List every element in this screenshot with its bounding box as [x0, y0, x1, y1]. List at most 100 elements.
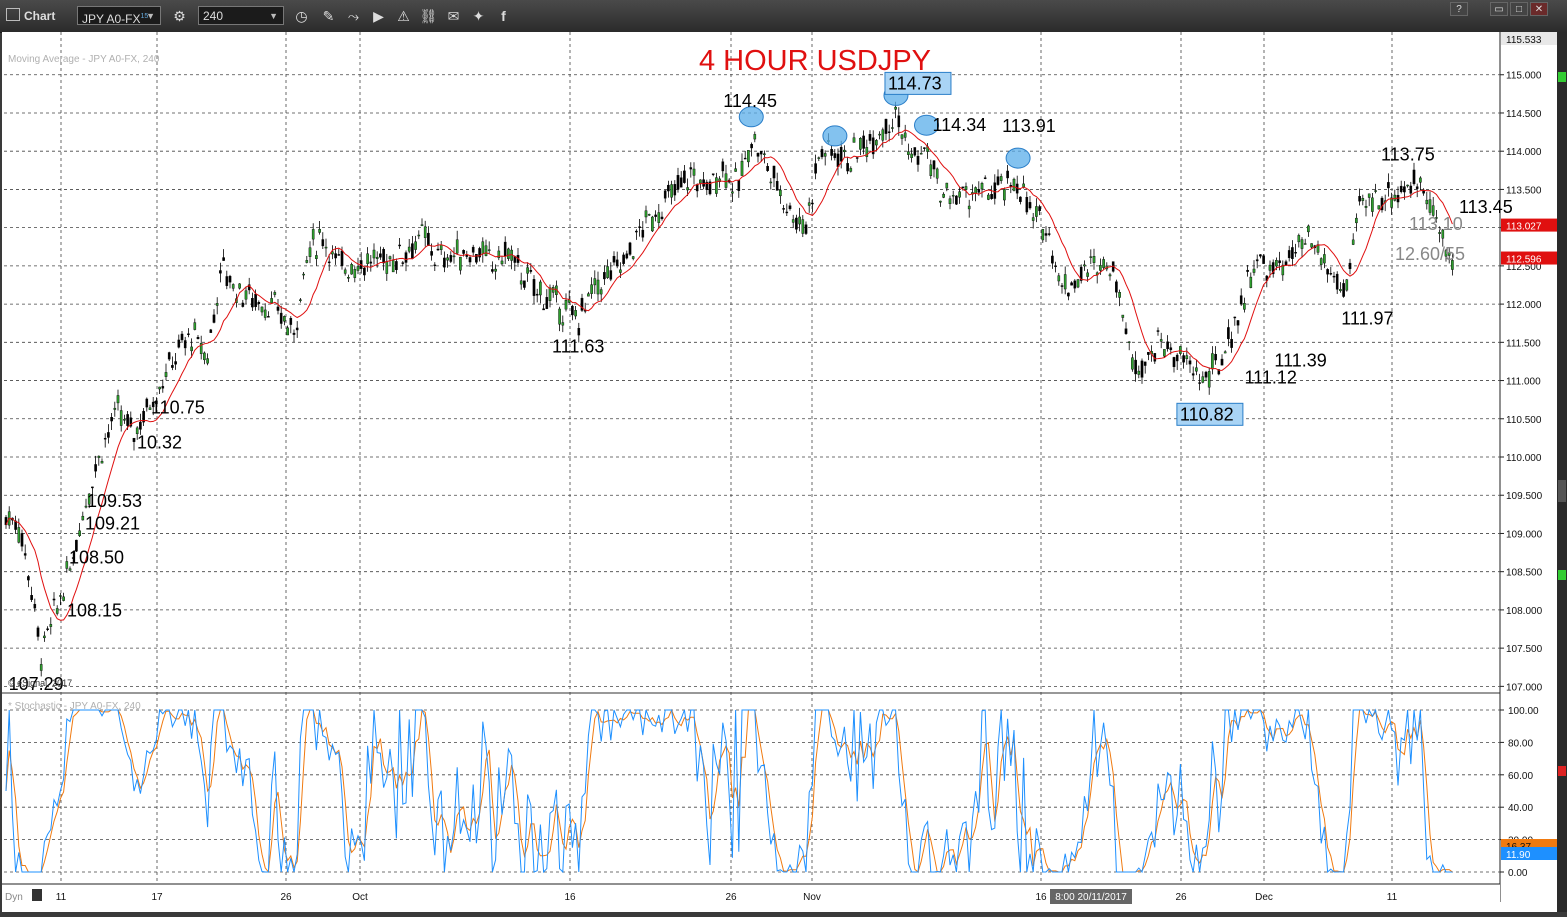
- candle-body: [23, 553, 27, 556]
- interval-selector[interactable]: 240 ▼: [198, 6, 284, 25]
- candle-body: [612, 256, 616, 263]
- annotation-label: 108.50: [69, 548, 124, 568]
- candle-body: [763, 153, 766, 155]
- candle-body: [868, 134, 872, 141]
- candle-body: [843, 149, 846, 153]
- clock-icon[interactable]: ◷: [291, 6, 312, 26]
- close-button[interactable]: ✕: [1530, 2, 1548, 16]
- grid: [2, 32, 1560, 902]
- chart-area[interactable]: 11 17 26 Oct 16 26 Nov 16 26 Dec 11 107.000 107.500…: [2, 32, 1565, 912]
- candle-body: [663, 190, 667, 199]
- maximize-button[interactable]: □: [1510, 2, 1528, 16]
- candle-body: [91, 486, 94, 489]
- candle-body: [119, 410, 123, 426]
- help-button[interactable]: ?: [1450, 2, 1468, 16]
- candle-body: [1310, 243, 1313, 248]
- candle-body: [276, 306, 280, 311]
- scroll-lock-icon[interactable]: [32, 889, 42, 901]
- link-icon[interactable]: ⛓: [418, 6, 439, 26]
- candle-body: [350, 264, 353, 275]
- candle-body: [753, 134, 757, 140]
- candle-body: [782, 208, 785, 210]
- candle-body: [798, 216, 801, 225]
- scroll-handle[interactable]: [1558, 480, 1566, 502]
- candle-body: [55, 608, 59, 614]
- facebook-icon[interactable]: f: [493, 6, 514, 26]
- chart-svg[interactable]: 11 17 26 Oct 16 26 Nov 16 26 Dec 11 107.000 107.500…: [2, 32, 1565, 912]
- candle-body: [814, 163, 817, 174]
- price-tick-label: 107.500: [1506, 644, 1543, 655]
- right-scroll-strip[interactable]: [1557, 32, 1567, 912]
- candle-body: [321, 239, 325, 247]
- candle-body: [625, 253, 629, 259]
- symbol-selector[interactable]: JPY A0-FX15 ▼: [77, 6, 161, 26]
- candle-body: [462, 250, 465, 254]
- candle-body: [439, 244, 443, 250]
- candle-body: [942, 193, 945, 198]
- candle-body: [1246, 269, 1249, 272]
- candle-body: [1358, 196, 1361, 202]
- candle-body: [17, 527, 21, 543]
- candle-body: [123, 419, 126, 421]
- x-tick-label: Oct: [352, 892, 368, 903]
- candle-body: [750, 143, 753, 149]
- candle-body: [1102, 259, 1105, 268]
- candle-body: [427, 232, 430, 246]
- candle-body: [855, 157, 859, 159]
- candle-body: [270, 298, 273, 304]
- candle-body: [343, 269, 347, 274]
- candle-body: [519, 280, 523, 285]
- candle-body: [171, 365, 174, 368]
- candle-body: [1428, 199, 1432, 213]
- candle-body: [1028, 202, 1032, 209]
- candle-body: [1255, 259, 1259, 262]
- candle-body: [593, 278, 597, 286]
- candle-body: [1156, 330, 1160, 332]
- candle-body: [263, 309, 267, 318]
- comment-icon[interactable]: ✉: [443, 6, 464, 26]
- twitter-icon[interactable]: ✦: [468, 6, 489, 26]
- price-tick-label: 114.500: [1506, 109, 1542, 120]
- alert-icon[interactable]: ⚠: [393, 6, 414, 26]
- candle-body: [590, 284, 593, 294]
- candle-body: [859, 137, 862, 150]
- play-icon[interactable]: ▶: [368, 6, 389, 26]
- candle-body: [1262, 255, 1265, 264]
- candle-body: [1236, 320, 1240, 326]
- candle-body: [1083, 264, 1086, 267]
- candle-body: [606, 266, 609, 278]
- candle-body: [481, 241, 485, 254]
- pencil-icon[interactable]: ✎: [318, 6, 339, 26]
- candle-body: [1223, 351, 1227, 354]
- candle-body: [894, 106, 897, 110]
- candle-body: [337, 254, 341, 256]
- candle-body: [449, 255, 453, 262]
- candle-body: [1054, 265, 1057, 267]
- peak-highlight: [822, 125, 848, 147]
- candle-body: [174, 361, 177, 365]
- settings-icon[interactable]: ⚙: [169, 6, 190, 26]
- candle-body: [846, 163, 849, 172]
- candle-body: [1006, 170, 1009, 179]
- candle-body: [1207, 371, 1211, 388]
- candle-body: [1143, 361, 1147, 366]
- candle-body: [1185, 355, 1189, 360]
- candle-body: [36, 627, 40, 637]
- candle-body: [1108, 274, 1112, 277]
- annotation-label: 111.39: [1274, 351, 1326, 371]
- line-chart-icon[interactable]: ⤳: [343, 6, 364, 26]
- app-title-text: Chart: [24, 9, 56, 23]
- annotation-label: 110.82: [1180, 404, 1234, 424]
- candle-body: [452, 255, 456, 258]
- candle-body: [571, 305, 574, 316]
- candle-body: [878, 133, 881, 136]
- candle-body: [939, 200, 942, 203]
- candle-body: [52, 598, 56, 601]
- minimize-button[interactable]: ▭: [1490, 2, 1508, 16]
- candle-body: [1175, 354, 1179, 362]
- candle-body: [775, 181, 779, 191]
- annotation-label: 111.63: [552, 336, 604, 356]
- candle-body: [1092, 256, 1096, 263]
- candle-body: [1233, 316, 1237, 319]
- candle-body: [667, 184, 670, 192]
